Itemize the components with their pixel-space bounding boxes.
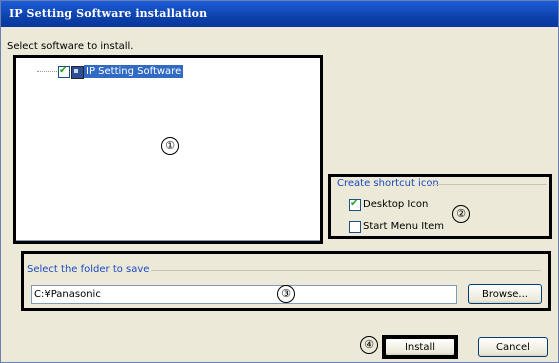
software-list-label: Select software to install. <box>7 41 134 52</box>
callout-number-3: ③ <box>277 285 295 303</box>
callout-number-1: ① <box>161 137 179 155</box>
installer-window: IP Setting Software installation Select … <box>0 0 559 363</box>
cancel-button[interactable]: Cancel <box>478 337 548 357</box>
callout-box-4 <box>382 335 458 359</box>
window-title: IP Setting Software installation <box>9 7 208 20</box>
callout-box-2 <box>328 174 552 239</box>
callout-number-2: ② <box>452 205 470 223</box>
callout-number-4: ④ <box>360 336 378 354</box>
title-bar[interactable]: IP Setting Software installation <box>1 1 558 27</box>
